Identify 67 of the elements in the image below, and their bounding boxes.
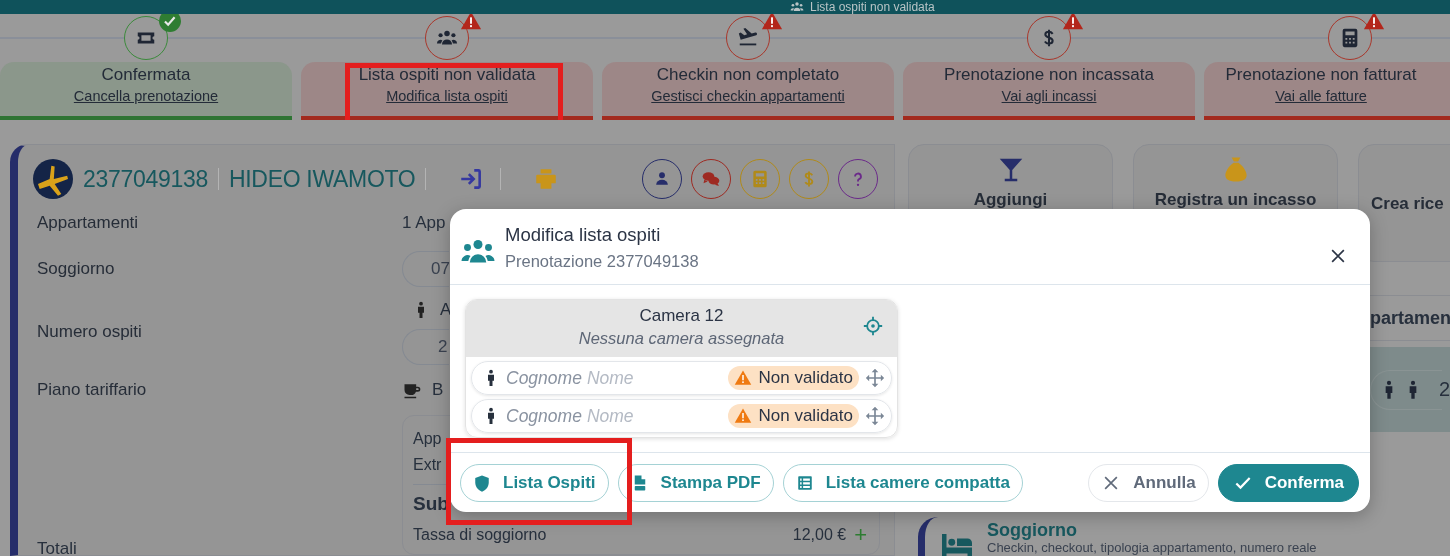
warning-icon <box>734 407 753 425</box>
room-name: Camera 12 <box>639 305 724 327</box>
line-label: App <box>413 429 443 449</box>
status-link[interactable]: Cancella prenotazione <box>73 86 219 106</box>
cancel-button[interactable]: Annulla <box>1088 463 1209 502</box>
status-title: Prenotazione non fatturat <box>1225 64 1417 86</box>
table-icon <box>795 473 814 492</box>
status-badge: Non validato <box>728 404 859 428</box>
compact-list-button[interactable]: Lista camere compatta <box>782 463 1023 502</box>
section-description: Checkin, checkout, tipologia appartamento, numero reale <box>987 540 1317 555</box>
target-icon <box>863 316 883 336</box>
chat-icon <box>701 169 721 189</box>
action-label: Aggiungi <box>973 189 1048 211</box>
action-label: Crea rice <box>1371 193 1444 215</box>
dialog-title: Modifica lista ospiti <box>505 223 662 247</box>
apartments-heading: partamen <box>1370 307 1450 330</box>
dialog-subtitle: Prenotazione 2377049138 <box>505 251 699 272</box>
guest-name: HIDEO IWAMOTO <box>228 165 416 193</box>
tax-amount: 12,00 € <box>792 525 847 545</box>
status-link[interactable]: Vai alle fatture <box>1275 86 1367 106</box>
calculator-icon <box>750 169 770 189</box>
field-label: Numero ospiti <box>37 322 143 342</box>
action-card[interactable]: Crea rice <box>1358 144 1450 262</box>
step-circle[interactable] <box>425 16 469 60</box>
room-note: Nessuna camera assegnata <box>578 328 785 349</box>
name-placeholder: Nome <box>586 405 634 427</box>
move-icon <box>865 406 885 426</box>
print-pdf-button[interactable]: Stampa PDF <box>617 463 774 502</box>
action-label: Registra un incasso <box>1154 189 1317 211</box>
banner-text: Lista ospiti non validata <box>810 0 935 14</box>
locate-button[interactable] <box>863 316 883 336</box>
surname-placeholder: Cognome <box>506 405 582 427</box>
field-label: Soggiorno <box>37 259 116 279</box>
status-title: Prenotazione non incassata <box>944 64 1154 86</box>
line-label: Extr <box>413 455 443 475</box>
field-value: 1 App <box>402 213 446 232</box>
field-label: Piano tariffario <box>37 380 148 400</box>
guests-icon <box>790 0 804 14</box>
confirm-button[interactable]: Conferma <box>1217 463 1359 502</box>
status-link[interactable]: Vai agli incassi <box>1001 86 1097 106</box>
logo-icon <box>33 159 73 199</box>
occupancy-count: 2 <box>1439 378 1450 401</box>
status-title: Lista ospiti non validata <box>358 64 536 86</box>
booking-number: 2377049138 <box>83 165 208 193</box>
step-circle[interactable] <box>726 16 770 60</box>
guest-type-label: A <box>440 299 452 320</box>
move-icon <box>865 368 885 388</box>
tax-label: Tassa di soggiorno <box>413 525 547 545</box>
step-circle[interactable] <box>124 16 168 60</box>
shield-icon <box>473 473 491 492</box>
section-title: Soggiorno <box>987 520 1078 540</box>
name-placeholder: Nome <box>586 367 634 389</box>
status-link[interactable]: Gestisci checkin appartamenti <box>651 86 845 106</box>
field-value: B <box>432 380 444 400</box>
status-badge: Non validato <box>728 366 859 390</box>
drag-handle[interactable] <box>865 406 885 426</box>
field-label: Appartamenti <box>37 213 140 233</box>
status-title: Confermata <box>101 64 191 86</box>
drag-handle[interactable] <box>865 368 885 388</box>
step-circle[interactable] <box>1328 16 1372 60</box>
warning-icon <box>734 369 753 387</box>
status-title: Checkin non completato <box>656 64 840 86</box>
status-link[interactable]: Modifica lista ospiti <box>386 86 508 106</box>
guest-list-button[interactable]: Lista Ospiti <box>460 463 609 502</box>
step-circle[interactable] <box>1027 16 1071 60</box>
totals-label: Totali <box>37 539 78 555</box>
surname-placeholder: Cognome <box>506 367 582 389</box>
